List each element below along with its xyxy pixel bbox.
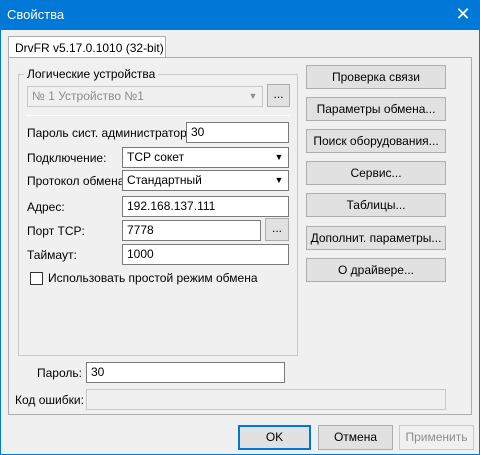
chevron-down-icon: ▼ [274, 152, 284, 162]
additional-params-button[interactable]: Дополнит. параметры... [306, 226, 446, 250]
admin-password-field[interactable]: 30 [186, 122, 289, 143]
protocol-select[interactable]: Стандартный ▼ [122, 170, 289, 191]
timeout-field[interactable]: 1000 [122, 244, 289, 265]
exchange-params-button[interactable]: Параметры обмена... [306, 97, 446, 121]
devices-group-label: Логические устройства [24, 67, 159, 81]
tcp-port-label: Порт TCP: [27, 224, 85, 238]
address-field[interactable]: 192.168.137.111 [122, 196, 289, 217]
tables-button[interactable]: Таблицы... [306, 193, 446, 217]
simple-mode-label: Использовать простой режим обмена [48, 271, 258, 285]
protocol-label: Протокол обмена: [27, 174, 128, 188]
title-bar[interactable]: Свойства ✕ [0, 0, 480, 30]
close-icon[interactable]: ✕ [452, 3, 474, 25]
about-driver-button[interactable]: О драйвере... [306, 258, 446, 282]
address-label: Адрес: [27, 200, 65, 214]
divider [26, 115, 290, 116]
error-code-label: Код ошибки: [15, 393, 84, 407]
device-select-value: № 1 Устройство №1 [32, 89, 144, 103]
apply-button[interactable]: Применить [399, 425, 474, 450]
tcp-port-field[interactable]: 7778 [122, 220, 261, 241]
check-connection-button[interactable]: Проверка связи [306, 65, 446, 89]
window-title: Свойства [7, 7, 65, 22]
service-button[interactable]: Сервис... [306, 161, 446, 185]
connection-select-value: TCP сокет [127, 150, 185, 164]
cancel-button[interactable]: Отмена [318, 425, 393, 450]
connection-select[interactable]: TCP сокет ▼ [122, 147, 289, 168]
chevron-down-icon: ▼ [274, 175, 284, 185]
password-label: Пароль: [37, 366, 82, 380]
password-field[interactable]: 30 [86, 362, 285, 383]
ok-button[interactable]: OK [238, 425, 311, 450]
admin-password-label: Пароль сист. администратора: [27, 126, 197, 140]
protocol-select-value: Стандартный [127, 173, 202, 187]
tcp-port-browse-button[interactable]: ... [265, 218, 289, 241]
find-equipment-button[interactable]: Поиск оборудования... [306, 129, 446, 153]
device-browse-button[interactable]: ... [267, 84, 290, 107]
chevron-down-icon: ▼ [248, 91, 258, 101]
timeout-label: Таймаут: [27, 248, 77, 262]
simple-mode-checkbox[interactable] [30, 272, 43, 285]
tab-drvfr[interactable]: DrvFR v5.17.0.1010 (32-bit) [8, 36, 166, 58]
device-select[interactable]: № 1 Устройство №1 ▼ [27, 86, 263, 107]
error-code-field [86, 389, 446, 410]
connection-label: Подключение: [27, 151, 107, 165]
